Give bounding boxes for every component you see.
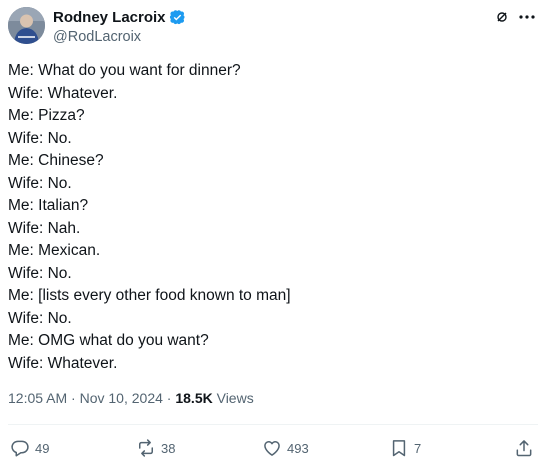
tweet-line: Wife: No. — [8, 264, 72, 282]
tweet-line: Wife: Whatever. — [8, 354, 118, 372]
more-icon[interactable] — [518, 10, 536, 24]
reply-icon — [11, 440, 29, 457]
share-icon — [516, 440, 532, 457]
share-button[interactable] — [514, 436, 534, 460]
like-icon — [264, 441, 280, 456]
bookmark-button[interactable]: 7 — [389, 436, 421, 460]
grok-icon[interactable] — [496, 11, 508, 23]
author-names: Rodney Lacroix @RodLacroix — [53, 8, 186, 45]
repost-button[interactable]: 38 — [136, 436, 175, 460]
tweet-meta: 12:05 AM · Nov 10, 2024 · 18.5K Views — [8, 390, 254, 406]
tweet-line: Me: OMG what do you want? — [8, 332, 209, 349]
tweet-line: Me: [lists every other food known to man… — [8, 287, 291, 304]
tweet-line: Me: Chinese? — [8, 152, 104, 169]
avatar[interactable] — [8, 7, 45, 44]
tweet-header: Rodney Lacroix @RodLacroix — [8, 7, 538, 47]
tweet-line: Me: Italian? — [8, 197, 89, 214]
meta-separator: · — [166, 390, 172, 406]
repost-count: 38 — [161, 440, 176, 456]
meta-separator: · — [71, 390, 76, 406]
verified-badge-icon — [169, 10, 185, 25]
reply-button[interactable]: 49 — [10, 436, 49, 460]
author-handle[interactable]: @RodLacroix — [53, 29, 186, 45]
tweet-line: Wife: Whatever. — [8, 84, 118, 102]
action-bar: 49 38 493 7 — [0, 436, 545, 460]
bookmark-icon — [392, 440, 406, 457]
display-name[interactable]: Rodney Lacroix — [53, 9, 166, 26]
tweet-line: Me: Mexican. — [8, 242, 101, 259]
tweet-line: Wife: No. — [8, 174, 72, 192]
tweet-date[interactable]: Nov 10, 2024 — [80, 390, 163, 406]
like-count: 493 — [287, 440, 309, 456]
divider — [8, 424, 538, 425]
reply-count: 49 — [35, 440, 50, 456]
tweet-line: Wife: No. — [8, 309, 72, 327]
tweet-line: Wife: Nah. — [8, 219, 81, 237]
bookmark-count: 7 — [414, 440, 422, 456]
tweet-text: Me: What do you want for dinner? Wife: W… — [8, 60, 528, 375]
tweet-line: Me: Pizza? — [8, 107, 85, 124]
views-label: Views — [216, 390, 254, 406]
tweet-line: Me: What do you want for dinner? — [8, 62, 241, 79]
views-count: 18.5K — [175, 390, 213, 406]
tweet-line: Wife: No. — [8, 129, 72, 147]
repost-icon — [139, 439, 153, 457]
avatar-image — [8, 7, 45, 44]
tweet-time[interactable]: 12:05 AM — [8, 390, 67, 406]
like-button[interactable]: 493 — [262, 436, 309, 460]
